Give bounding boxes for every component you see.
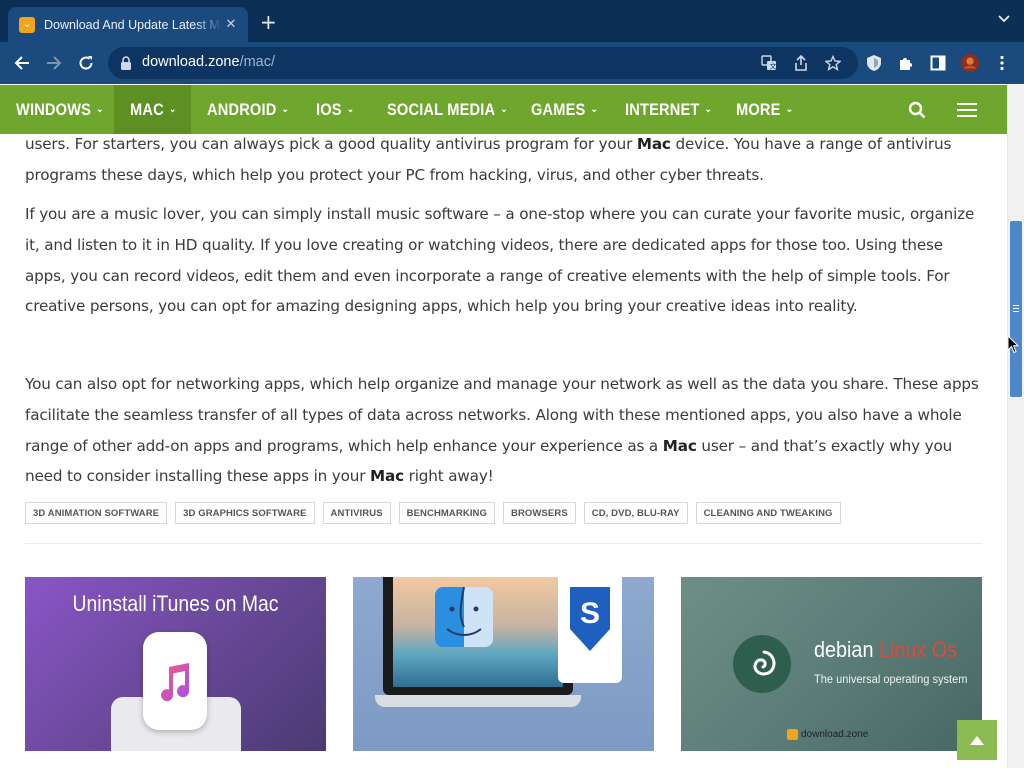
tag-benchmarking[interactable]: BENCHMARKING bbox=[398, 502, 496, 524]
tag-3d-graphics-software[interactable]: 3D GRAPHICS SOFTWARE bbox=[175, 502, 315, 524]
nav-item-social-media[interactable]: SOCIAL MEDIA ⌄ bbox=[387, 85, 508, 134]
nav-label: SOCIAL MEDIA bbox=[387, 99, 496, 119]
svg-text:文: 文 bbox=[770, 62, 777, 71]
bold-mac-text: Mac bbox=[370, 467, 404, 486]
nav-item-windows[interactable]: WINDOWS ⌄ bbox=[16, 85, 104, 134]
chevron-down-icon: ⌄ bbox=[281, 104, 289, 115]
debian-word: debian bbox=[814, 637, 879, 662]
chevron-down-icon: ⌄ bbox=[500, 104, 508, 115]
address-bar[interactable]: download.zone/mac/ 文 bbox=[108, 47, 858, 79]
share-icon[interactable] bbox=[792, 54, 810, 72]
hamburger-menu-icon[interactable] bbox=[956, 101, 978, 119]
side-panel-icon[interactable] bbox=[928, 53, 948, 73]
url-path: /mac/ bbox=[239, 54, 276, 70]
tag-list: 3D ANIMATION SOFTWARE 3D GRAPHICS SOFTWA… bbox=[25, 502, 841, 524]
article-paragraph-3: You can also opt for networking apps, wh… bbox=[25, 369, 985, 492]
profile-avatar-icon[interactable] bbox=[960, 53, 980, 73]
related-post-card-mac-security[interactable]: S bbox=[353, 577, 654, 751]
paragraph-text: users. For starters, you can always pick… bbox=[25, 135, 637, 153]
nav-item-internet[interactable]: INTERNET ⌄ bbox=[625, 85, 712, 134]
nav-label: GAMES bbox=[531, 99, 586, 119]
card-thumbnail-title: Uninstall iTunes on Mac bbox=[72, 591, 279, 616]
chevron-down-icon: ⌄ bbox=[96, 104, 104, 115]
chevron-down-icon: ⌄ bbox=[590, 104, 599, 115]
chevron-down-icon: ⌄ bbox=[346, 104, 355, 115]
paragraph-text: right away! bbox=[403, 467, 494, 486]
laptop-base-graphic bbox=[375, 695, 581, 707]
article-paragraph-1: users. For starters, you can always pick… bbox=[25, 129, 985, 191]
nav-label: IOS bbox=[316, 99, 342, 119]
nav-label: INTERNET bbox=[625, 99, 700, 119]
site-main-nav: WINDOWS ⌄ MAC ⌄ ANDROID ⌄ IOS ⌄ SOCIAL MEDIA… bbox=[0, 85, 1007, 134]
debian-title: debian Linux Os bbox=[814, 637, 957, 663]
tab-close-icon[interactable]: ✕ bbox=[222, 17, 240, 32]
nav-item-android[interactable]: ANDROID ⌄ bbox=[207, 85, 289, 134]
svg-text:S: S bbox=[580, 597, 600, 630]
security-shield-card: S bbox=[558, 577, 622, 683]
music-app-icon bbox=[143, 632, 207, 730]
browser-tab-strip: ⌄ Download And Update Latest Mac ✕ + bbox=[0, 0, 1024, 42]
brand-text: download.zone bbox=[801, 729, 869, 740]
forward-arrow-icon[interactable] bbox=[44, 53, 64, 73]
nav-item-games[interactable]: GAMES ⌄ bbox=[531, 85, 598, 134]
back-arrow-icon[interactable] bbox=[12, 53, 32, 73]
article-paragraph-2: If you are a music lover, you can simply… bbox=[25, 205, 975, 316]
debian-swirl-icon bbox=[733, 635, 791, 693]
translate-icon[interactable]: 文 bbox=[760, 54, 778, 72]
shield-extension-icon[interactable] bbox=[864, 53, 884, 73]
url-text[interactable]: download.zone/mac/ bbox=[142, 54, 275, 70]
bold-mac-text: Mac bbox=[636, 135, 671, 153]
debian-subtitle: The universal operating system bbox=[814, 672, 968, 686]
tag-3d-animation-software[interactable]: 3D ANIMATION SOFTWARE bbox=[25, 502, 168, 524]
related-post-card-debian[interactable]: debian Linux Os The universal operating … bbox=[681, 577, 982, 751]
tag-cleaning-and-tweaking[interactable]: CLEANING AND TWEAKING bbox=[695, 502, 841, 524]
lock-icon[interactable] bbox=[120, 56, 132, 70]
scrollbar-thumb[interactable] bbox=[1010, 221, 1022, 397]
finder-icon bbox=[435, 587, 493, 647]
bold-mac-text: Mac bbox=[662, 436, 697, 455]
scrollbar-grip-icon bbox=[1013, 305, 1019, 312]
url-host: download.zone bbox=[142, 54, 240, 70]
shield-icon: S bbox=[570, 587, 610, 651]
mouse-cursor-icon bbox=[1007, 335, 1019, 354]
nav-item-mac[interactable]: MAC ⌄ bbox=[130, 85, 176, 134]
tab-title: Download And Update Latest Mac bbox=[44, 17, 222, 32]
chevron-down-icon: ⌄ bbox=[785, 104, 794, 115]
reload-icon[interactable] bbox=[76, 53, 96, 73]
bookmark-star-icon[interactable] bbox=[824, 54, 842, 72]
chevron-down-icon: ⌄ bbox=[168, 104, 177, 115]
new-tab-button[interactable]: + bbox=[260, 12, 277, 32]
site-favicon-icon: ⌄ bbox=[19, 16, 35, 33]
brand-logo-icon bbox=[787, 729, 798, 740]
nav-label: MAC bbox=[130, 99, 164, 119]
chevron-down-icon: ⌄ bbox=[704, 104, 713, 115]
nav-label: ANDROID bbox=[207, 99, 277, 119]
page-scrollbar[interactable] bbox=[1007, 85, 1024, 768]
search-icon[interactable] bbox=[908, 101, 926, 119]
section-divider bbox=[25, 543, 982, 544]
browser-toolbar: download.zone/mac/ 文 bbox=[0, 42, 1024, 84]
browser-menu-icon[interactable] bbox=[992, 53, 1012, 73]
extensions-puzzle-icon[interactable] bbox=[896, 53, 916, 73]
browser-tab-active[interactable]: ⌄ Download And Update Latest Mac ✕ bbox=[8, 7, 248, 42]
watermark-brand: download.zone bbox=[787, 729, 868, 740]
scroll-to-top-button[interactable] bbox=[957, 720, 997, 760]
nav-label: MORE bbox=[736, 99, 781, 119]
arrow-up-icon bbox=[970, 736, 984, 745]
related-post-card-itunes[interactable]: Uninstall iTunes on Mac bbox=[25, 577, 326, 751]
tag-browsers[interactable]: BROWSERS bbox=[503, 502, 576, 524]
tag-cd-dvd-blu-ray[interactable]: CD, DVD, BLU-RAY bbox=[583, 502, 688, 524]
nav-item-ios[interactable]: IOS ⌄ bbox=[316, 85, 354, 134]
nav-label: WINDOWS bbox=[16, 99, 92, 119]
tab-search-chevron-icon[interactable] bbox=[998, 15, 1010, 23]
tag-antivirus[interactable]: ANTIVIRUS bbox=[322, 502, 391, 524]
linux-os-word: Linux Os bbox=[878, 637, 958, 662]
nav-item-more[interactable]: MORE ⌄ bbox=[736, 85, 793, 134]
